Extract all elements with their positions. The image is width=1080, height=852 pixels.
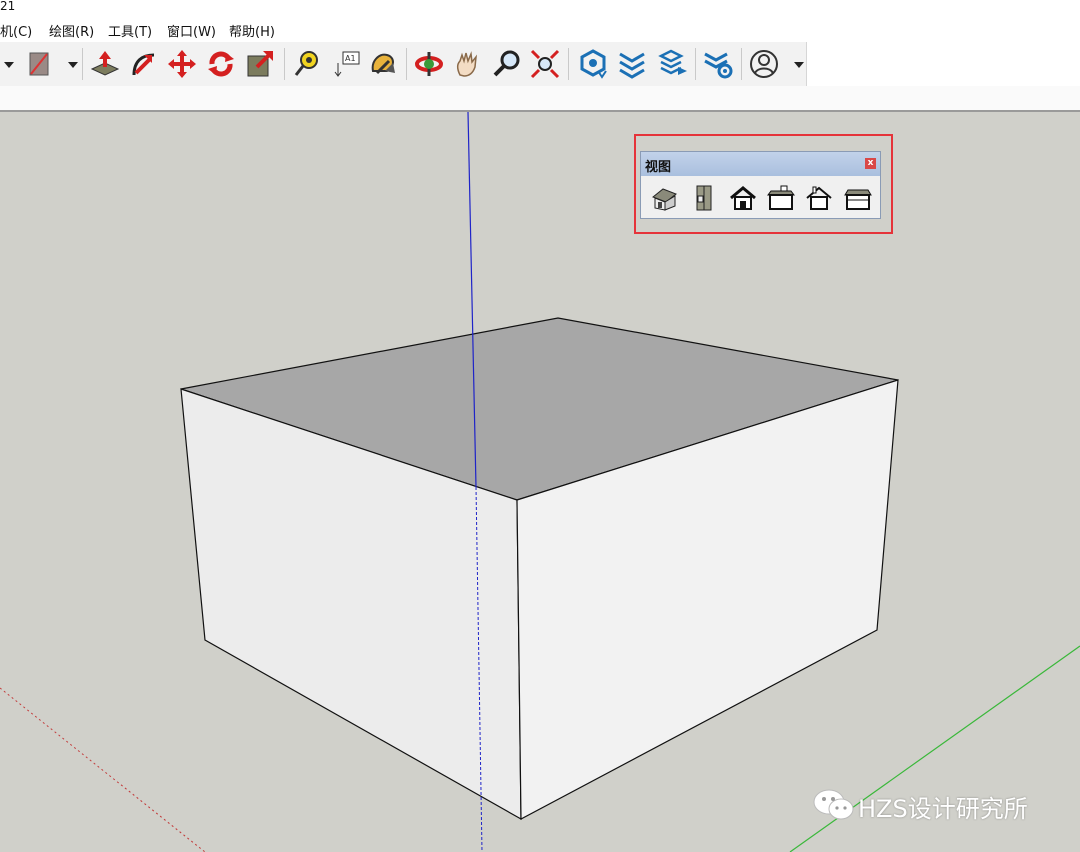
menu-tools[interactable]: 工具(T) — [108, 21, 152, 40]
zoom-icon[interactable] — [490, 47, 524, 81]
3d-text-icon[interactable] — [365, 47, 399, 81]
model-viewport[interactable] — [0, 112, 1080, 852]
menu-window[interactable]: 窗口(W) — [167, 21, 216, 40]
secondary-toolbar-area — [0, 86, 1080, 112]
menu-bar: 机(C) 绘图(R) 工具(T) 窗口(W) 帮助(H) — [0, 18, 1080, 42]
red-axis-dotted — [0, 687, 206, 852]
move-icon[interactable] — [165, 47, 199, 81]
menu-draw[interactable]: 绘图(R) — [49, 21, 94, 40]
orbit-icon[interactable] — [412, 47, 446, 81]
main-toolbar: A1 — [0, 42, 807, 87]
title-bar: 21 — [0, 0, 1080, 18]
scale-icon[interactable] — [243, 47, 277, 81]
3d-warehouse-icon[interactable] — [576, 47, 610, 81]
zoom-extents-icon[interactable] — [528, 47, 562, 81]
dropdown-arrow-icon[interactable] — [0, 47, 14, 81]
extension-warehouse-icon[interactable] — [615, 47, 649, 81]
toolbar-separator — [406, 48, 407, 80]
toolbar-separator — [695, 48, 696, 80]
text-label-icon[interactable]: A1 — [330, 47, 364, 81]
svg-text:A1: A1 — [345, 54, 356, 63]
toolbar-separator — [741, 48, 742, 80]
dropdown-arrow-icon[interactable] — [56, 47, 78, 81]
menu-camera[interactable]: 机(C) — [0, 21, 32, 40]
model-scene — [0, 112, 1080, 852]
push-pull-icon[interactable] — [88, 47, 122, 81]
menu-help[interactable]: 帮助(H) — [229, 21, 275, 40]
extension-manager-icon[interactable] — [701, 47, 735, 81]
window-title: 21 — [0, 0, 16, 13]
rotate-icon[interactable] — [204, 47, 238, 81]
toolbar-separator — [82, 48, 83, 80]
follow-me-icon[interactable] — [126, 47, 160, 81]
send-to-layout-icon[interactable] — [656, 47, 690, 81]
dropdown-arrow-icon[interactable] — [782, 47, 804, 81]
tape-measure-icon[interactable] — [290, 47, 324, 81]
toolbar-separator — [568, 48, 569, 80]
account-icon[interactable] — [747, 47, 781, 81]
paint-bucket-icon[interactable] — [22, 47, 56, 81]
watermark-text: HZS设计研究所 — [858, 795, 1028, 823]
pan-icon[interactable] — [451, 47, 485, 81]
highlight-box — [634, 134, 893, 234]
wechat-icon — [813, 789, 854, 820]
toolbar-separator — [284, 48, 285, 80]
toolbar-empty-area — [807, 42, 1080, 86]
